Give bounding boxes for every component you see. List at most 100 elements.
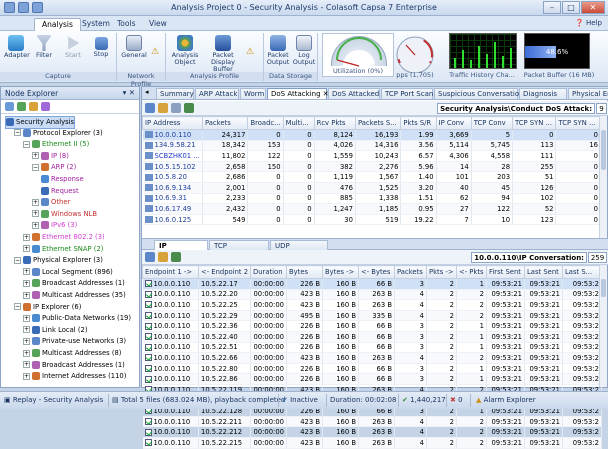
table-row[interactable]: 10.0.0.110 10.5.22.66 00:00:00 423 B 160 B 26…	[142, 352, 602, 364]
row-checkbox[interactable]	[144, 333, 152, 341]
expand-icon[interactable]: −	[23, 140, 30, 148]
tree-node[interactable]: + Ethernet 802.2 (3)	[23, 232, 105, 243]
column-header[interactable]: IP Address	[142, 116, 203, 130]
table-row[interactable]: SCBZHK01 ... 11,802 122 0 1,559 10,243 6.57 4,3…	[142, 150, 601, 162]
filter-icon[interactable]	[41, 102, 50, 111]
pin-icon[interactable]: ▾ ✕	[123, 88, 135, 97]
table-row[interactable]: 10.0.0.110 10.5.22.40 00:00:00 226 B 160 B 66…	[142, 331, 602, 343]
table-row[interactable]: 10.0.0.110 10.5.22.215 00:00:00 423 B 160 B2…	[142, 437, 602, 449]
table-row[interactable]: 10.6.17.49 2,432 0 0 1,247 1,185 0.95 27 122 52 0	[142, 203, 601, 215]
top-scrollbar[interactable]	[599, 116, 607, 238]
expand-icon[interactable]: +	[23, 349, 30, 357]
row-checkbox[interactable]	[144, 280, 152, 288]
tree-node[interactable]: + Public-Data Networks (19)	[23, 313, 131, 324]
adapter-button[interactable]: Adapter	[4, 35, 30, 59]
table-row[interactable]: 10.6.9.31 2,233 0 0 885 1,338 1.51 62 94 102 0	[142, 193, 601, 205]
row-checkbox[interactable]	[144, 322, 152, 330]
tree-node[interactable]: + Multicast Addresses (35)	[23, 290, 126, 301]
scroll-thumb[interactable]	[601, 279, 606, 297]
view-icon[interactable]	[145, 103, 155, 113]
general-button[interactable]: General	[121, 35, 147, 59]
column-header[interactable]: TCP SYN ...	[512, 116, 557, 130]
table-row[interactable]: 10.0.0.110 10.5.22.212 00:00:00 423 B 160 B2…	[142, 426, 602, 438]
tree-node[interactable]: − Ethernet II (5)	[23, 139, 89, 150]
column-header[interactable]: Packets	[394, 265, 427, 279]
traffic-history-chart[interactable]	[449, 33, 517, 69]
filter-button[interactable]: Filter	[33, 35, 55, 59]
expand-icon[interactable]: −	[32, 163, 39, 171]
tree-node[interactable]: − IP Explorer (6)	[14, 302, 81, 313]
column-header[interactable]: Packets S...	[354, 116, 402, 130]
table-row[interactable]: 10.0.0.110 10.5.22.29 00:00:00 495 B 160 B 33…	[142, 310, 602, 322]
row-checkbox[interactable]	[144, 290, 152, 298]
analysis-object-button[interactable]: Analysis Object	[170, 35, 200, 66]
tab-view-6[interactable]: Suspicious Conversation	[434, 88, 524, 99]
pps-gauge[interactable]: pps (1,705)	[386, 33, 444, 79]
table-row[interactable]: 10.6.9.134 2,001 0 0 476 1,525 3.20 40 45 126 0	[142, 182, 601, 194]
expand-icon[interactable]: +	[32, 221, 39, 229]
tree-node[interactable]: − Physical Explorer (3)	[14, 255, 103, 266]
tab-view-8[interactable]: Physical Endpo...	[568, 88, 608, 99]
table-row[interactable]: 10.5.15.102 2,658 150 0 382 2,276 5.96 14 28 255 0	[142, 161, 601, 173]
column-header[interactable]: Last S...	[562, 265, 602, 279]
tree-node[interactable]: + Local Segment (896)	[23, 267, 113, 278]
table-row[interactable]: 10.0.0.110 10.5.22.20 00:00:00 423 B 160 B 26…	[142, 289, 602, 301]
alarm-explorer-button[interactable]: ▲ Alarm Explorer	[476, 396, 536, 404]
packet-buffer-meter[interactable]: 48.6%	[524, 33, 590, 69]
column-header[interactable]: TCP SYN ...	[555, 116, 601, 130]
column-header[interactable]: TCP Conv	[470, 116, 514, 130]
column-header[interactable]: Last Sent	[524, 265, 563, 279]
tab-analysis[interactable]: Analysis	[34, 18, 81, 31]
column-header[interactable]: IP Conv	[435, 116, 472, 130]
column-header[interactable]: First Sent	[486, 265, 525, 279]
row-checkbox[interactable]	[144, 312, 152, 320]
column-header[interactable]: <- Pkts	[456, 265, 487, 279]
row-checkbox[interactable]	[144, 354, 152, 362]
tab-view[interactable]: View	[142, 18, 174, 31]
tab-tools[interactable]: Tools	[110, 18, 142, 31]
locate-icon[interactable]	[158, 103, 168, 113]
expand-icon[interactable]: +	[23, 372, 30, 380]
tab-scroll-left-icon[interactable]: ◂	[145, 88, 149, 96]
expand-icon[interactable]: +	[23, 326, 30, 334]
help-button[interactable]: ❓ Help	[575, 19, 602, 27]
column-header[interactable]: Endpoint 1 ->	[142, 265, 199, 279]
expand-icon[interactable]: +	[23, 268, 30, 276]
tab-view-4[interactable]: DoS Attacked	[328, 88, 380, 99]
tree-node[interactable]: − Protocol Explorer (3)	[14, 128, 103, 139]
table-row[interactable]: 10.0.0.110 10.5.22.25 00:00:00 423 B 160 B 26…	[142, 299, 602, 311]
log-output-button[interactable]: Log Output	[292, 35, 316, 66]
column-header[interactable]: Pkts ->	[426, 265, 457, 279]
expand-icon[interactable]: +	[32, 210, 39, 218]
tree-node[interactable]: Response	[41, 174, 84, 185]
expand-icon[interactable]: +	[23, 314, 30, 322]
tree-node[interactable]: − ARP (2)	[32, 162, 76, 173]
column-header[interactable]: Packets	[201, 116, 249, 130]
table-row[interactable]: 10.6.0.125 549 0 0 30 519 19.22 7 10 123 0	[142, 214, 601, 226]
tree-node[interactable]: + Windows NLB	[32, 209, 97, 220]
table-row[interactable]: 10.0.0.110 10.5.22.211 00:00:00 423 B 160 B2…	[142, 416, 602, 428]
column-header[interactable]: Bytes	[286, 265, 323, 279]
minimize-button[interactable]: –	[543, 1, 561, 14]
expand-icon[interactable]: +	[32, 198, 39, 206]
expand-icon[interactable]: +	[23, 361, 30, 369]
tab-view-1[interactable]: ARP Attack	[195, 88, 239, 99]
tree-node[interactable]: + Multicast Addresses (8)	[23, 348, 121, 359]
row-checkbox[interactable]	[144, 428, 152, 436]
row-checkbox[interactable]	[144, 418, 152, 426]
packet-display-buffer-button[interactable]: Packet Display Buffer	[204, 35, 242, 73]
tree-node[interactable]: + IPv6 (3)	[32, 220, 77, 231]
column-header[interactable]: Duration	[250, 265, 287, 279]
row-checkbox[interactable]	[144, 301, 152, 309]
tab-view-0[interactable]: Summary	[156, 88, 194, 99]
maximize-button[interactable]: □	[562, 1, 580, 14]
column-header[interactable]: Multi...	[282, 116, 315, 130]
row-checkbox[interactable]	[144, 375, 152, 383]
start-button[interactable]: Start	[62, 35, 84, 59]
tree-node[interactable]: + Private-use Networks (3)	[23, 336, 126, 347]
tab-view-3[interactable]: DoS Attacking ✕	[267, 88, 329, 99]
close-button[interactable]: ✕	[581, 1, 605, 14]
tree-node[interactable]: + IP (8)	[32, 151, 69, 162]
tree-node[interactable]: Request	[41, 186, 79, 197]
expand-icon[interactable]: +	[23, 245, 30, 253]
